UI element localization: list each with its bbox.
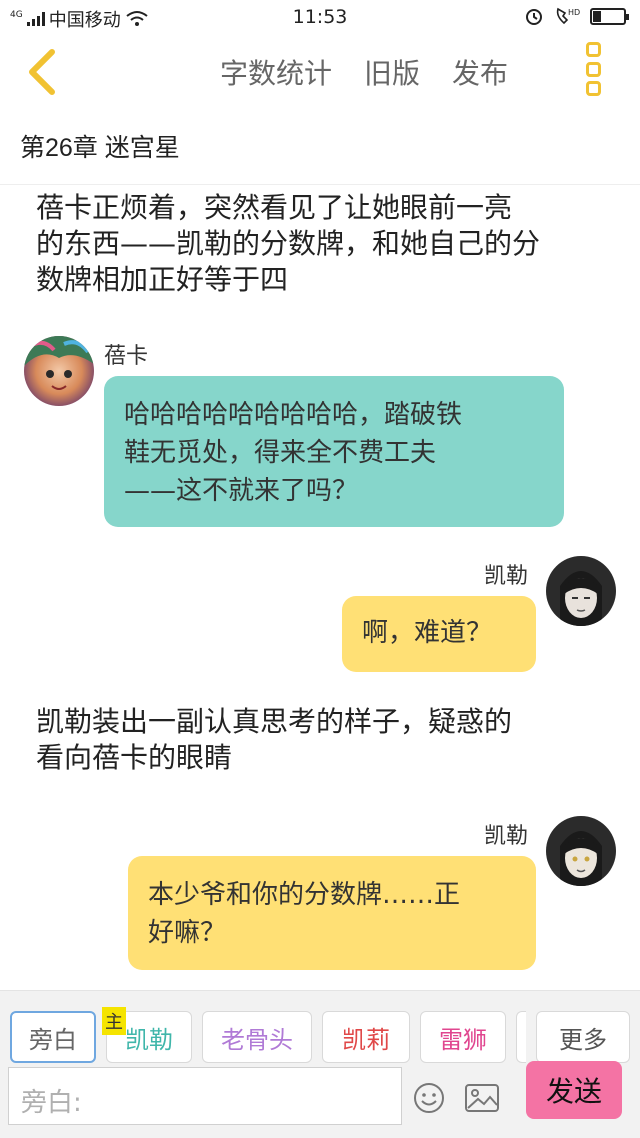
more-roles-button[interactable]: 更多: [536, 1011, 630, 1063]
role-chip-leishi[interactable]: 雷狮: [420, 1011, 506, 1063]
role-label: 旁白: [29, 1025, 77, 1054]
word-count-button[interactable]: 字数统计: [220, 52, 332, 92]
send-label: 发送: [545, 1075, 602, 1108]
narration-line: 看向蓓卡的眼睛: [36, 741, 233, 774]
alarm-icon: [526, 9, 542, 25]
old-version-button[interactable]: 旧版: [364, 52, 420, 92]
battery-icon: [590, 7, 629, 25]
compose-toolbar: 旁白 凯勒 主 老骨头 凯莉 雷狮 更多 旁白: 发送: [0, 990, 640, 1138]
back-chevron-icon[interactable]: [18, 44, 68, 100]
narration-line: 数牌相加正好等于四: [36, 263, 289, 296]
speaker-name: 凯勒: [484, 564, 529, 589]
nav-actions: 字数统计 旧版 发布: [220, 52, 508, 92]
role-chip-laogutou[interactable]: 老骨头: [202, 1011, 312, 1063]
status-right: HD: [524, 6, 629, 26]
send-button[interactable]: 发送: [526, 1061, 622, 1119]
message-bubble[interactable]: 本少爷和你的分数牌……正 好嘛？: [128, 856, 536, 970]
narration-line: 凯勒装出一副认真思考的样子，疑惑的: [36, 705, 513, 738]
input-placeholder: 旁白:: [21, 1088, 82, 1118]
role-label: 老骨头: [221, 1025, 293, 1054]
chapter-title: 第26章 迷宫星: [20, 134, 180, 162]
svg-text:HD: HD: [568, 8, 580, 17]
message-line: 好嘛？: [148, 918, 227, 948]
message-line: 鞋无觅处，得来全不费工夫: [124, 438, 437, 468]
message-line: 本少爷和你的分数牌……正: [148, 880, 461, 910]
hd-call-icon: HD: [556, 7, 580, 25]
role-chip-kaili[interactable]: 凯莉: [322, 1011, 410, 1063]
role-chip-overflow: [516, 1011, 526, 1063]
narration-line: 的东西——凯勒的分数牌，和她自己的分: [36, 227, 541, 260]
message-line: ——这不就来了吗？: [124, 476, 359, 506]
main-character-badge: 主: [102, 1007, 126, 1035]
publish-button[interactable]: 发布: [452, 52, 508, 92]
speaker-name: 蓓卡: [104, 344, 149, 369]
emoji-icon[interactable]: [412, 1081, 446, 1115]
battery-fill: [593, 10, 601, 22]
role-label: 凯勒: [125, 1025, 173, 1054]
avatar-kaile[interactable]: [546, 816, 616, 886]
divider: [0, 184, 640, 185]
role-chip-narrator[interactable]: 旁白: [10, 1011, 96, 1063]
narration-line: 蓓卡正烦着，突然看见了让她眼前一亮: [36, 191, 513, 224]
message-line: 哈哈哈哈哈哈哈哈哈，踏破铁: [124, 400, 463, 430]
avatar-kaile[interactable]: [546, 556, 616, 626]
role-label: 雷狮: [439, 1025, 487, 1054]
avatar-beika[interactable]: [24, 336, 94, 406]
status-bar: 4G 中国移动 11:53 HD: [0, 0, 640, 34]
narration-block: 凯勒装出一副认真思考的样子，疑惑的 看向蓓卡的眼睛: [36, 704, 606, 776]
more-menu-icon[interactable]: [586, 42, 606, 96]
message-bubble[interactable]: 哈哈哈哈哈哈哈哈哈，踏破铁 鞋无觅处，得来全不费工夫 ——这不就来了吗？: [104, 376, 564, 527]
more-label: 更多: [559, 1025, 607, 1054]
message-bubble[interactable]: 啊，难道？: [342, 596, 536, 672]
message-input[interactable]: 旁白:: [8, 1067, 402, 1125]
narration-block: 蓓卡正烦着，突然看见了让她眼前一亮 的东西——凯勒的分数牌，和她自己的分 数牌相…: [36, 190, 606, 298]
role-label: 凯莉: [342, 1025, 390, 1054]
top-nav: 字数统计 旧版 发布: [0, 34, 640, 110]
image-icon[interactable]: [464, 1081, 500, 1115]
message-line: 啊，难道？: [362, 618, 493, 648]
speaker-name: 凯勒: [484, 824, 529, 849]
